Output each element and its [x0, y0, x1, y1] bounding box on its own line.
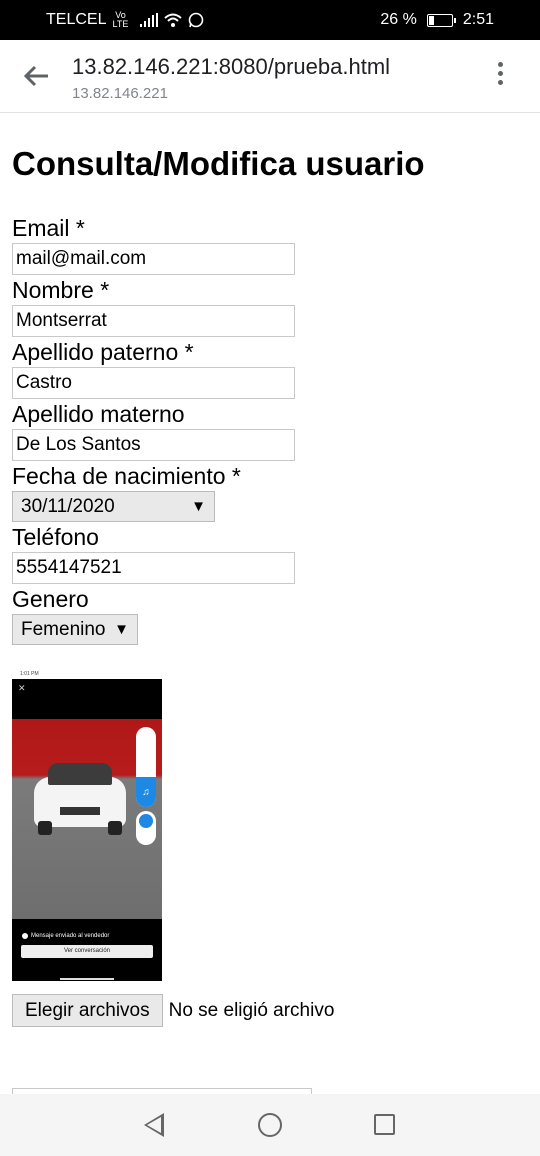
apellido-materno-field[interactable]: De Los Santos — [12, 429, 295, 461]
main-content: Consulta/Modifica usuario Email * mail@m… — [12, 113, 532, 1027]
car-photo: ♫ — [12, 719, 162, 919]
fecha-value: 30/11/2020 — [21, 495, 115, 517]
image-preview: 1:01 PM ✕ ♫ Mensaje enviado al vendedor … — [12, 671, 162, 981]
signal-icon — [140, 13, 159, 27]
back-arrow-icon[interactable] — [22, 62, 50, 90]
whatsapp-icon — [189, 12, 204, 28]
browser-url-bar: 13.82.146.221:8080/prueba.html 13.82.146… — [0, 40, 540, 113]
page-title: Consulta/Modifica usuario — [12, 145, 425, 182]
volte-indicator: Vo LTE — [112, 10, 129, 29]
status-bar: TELCEL Vo LTE 26 % 2:51 — [0, 0, 540, 40]
status-right: 26 % 2:51 — [380, 11, 494, 29]
battery-icon — [426, 13, 456, 27]
apellido-materno-label: Apellido materno — [12, 401, 185, 427]
check-icon — [22, 933, 28, 939]
preview-button: Ver conversación — [21, 945, 153, 958]
genero-label: Genero — [12, 586, 89, 612]
nav-recents-icon[interactable] — [374, 1114, 395, 1135]
battery-percent: 26 % — [380, 11, 417, 28]
preview-message: Mensaje enviado al vendedor — [22, 933, 109, 939]
telefono-field[interactable]: 5554147521 — [12, 552, 295, 584]
email-label: Email * — [12, 215, 85, 241]
dropdown-arrow-icon: ▼ — [191, 498, 206, 515]
nav-home-icon[interactable] — [258, 1113, 282, 1137]
page-host: 13.82.146.221 — [72, 85, 168, 102]
file-input: Elegir archivos No se eligió archivo — [12, 994, 532, 1027]
volume-slider: ♫ — [136, 727, 156, 807]
mic-icon — [136, 811, 156, 845]
dropdown-arrow-icon: ▼ — [114, 621, 129, 638]
telefono-label: Teléfono — [12, 524, 99, 550]
more-vert-icon[interactable] — [490, 62, 510, 92]
apellido-paterno-field[interactable]: Castro — [12, 367, 295, 399]
car-illustration — [34, 759, 126, 841]
page-url[interactable]: 13.82.146.221:8080/prueba.html — [72, 54, 390, 80]
wifi-icon — [164, 13, 183, 27]
android-nav-bar — [0, 1094, 540, 1156]
nombre-field[interactable]: Montserrat — [12, 305, 295, 337]
choose-files-button[interactable]: Elegir archivos — [12, 994, 163, 1027]
home-indicator — [60, 978, 114, 980]
fecha-select[interactable]: 30/11/2020 ▼ — [12, 491, 215, 522]
file-status: No se eligió archivo — [168, 999, 335, 1021]
nombre-label: Nombre * — [12, 277, 110, 303]
nav-back-icon[interactable] — [144, 1113, 164, 1137]
music-note-icon: ♫ — [136, 777, 156, 807]
carrier-name: TELCEL — [46, 11, 107, 28]
genero-value: Femenino — [21, 618, 106, 640]
apellido-paterno-label: Apellido paterno * — [12, 339, 194, 365]
clock: 2:51 — [462, 11, 494, 28]
fecha-label: Fecha de nacimiento * — [12, 463, 241, 489]
battery-level — [428, 15, 435, 25]
email-field[interactable]: mail@mail.com — [12, 243, 295, 275]
status-left: TELCEL Vo LTE — [46, 11, 204, 29]
close-icon: ✕ — [18, 683, 26, 693]
preview-status-text: 1:01 PM — [12, 671, 162, 679]
preview-message-text: Mensaje enviado al vendedor — [31, 933, 110, 939]
genero-select[interactable]: Femenino ▼ — [12, 614, 138, 645]
